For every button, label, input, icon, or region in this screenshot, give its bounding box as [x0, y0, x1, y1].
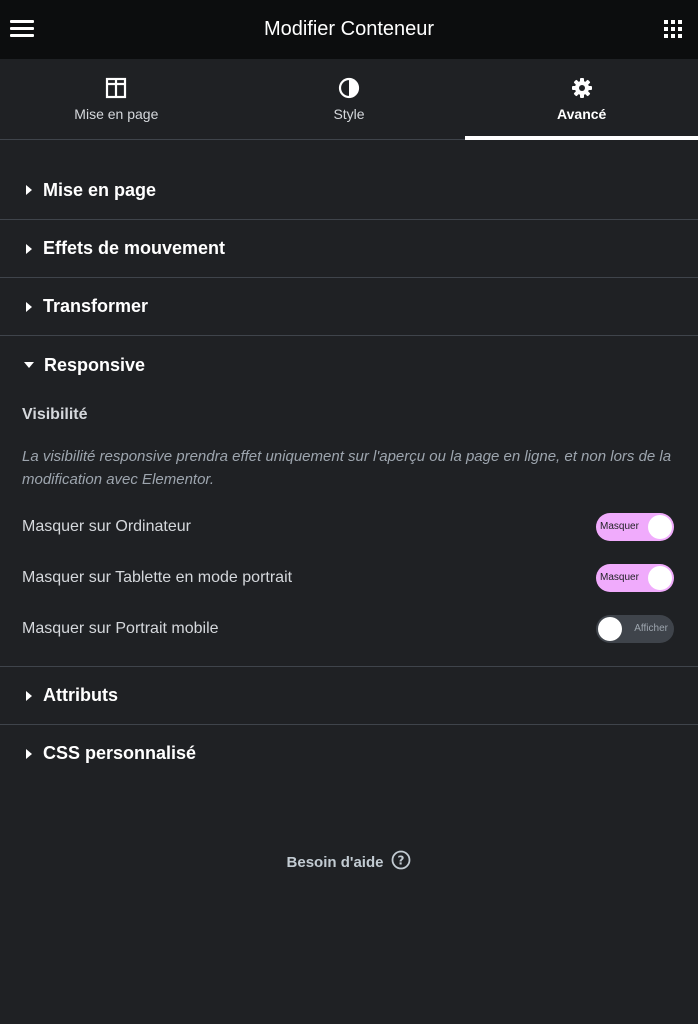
tab-label: Avancé [557, 106, 607, 122]
tab-label: Style [333, 106, 365, 122]
help-link[interactable]: Besoin d'aide ? [0, 850, 698, 875]
section-effets-de-mouvement[interactable]: Effets de mouvement [0, 220, 698, 278]
half-circle-contrast-icon [338, 77, 360, 99]
section-attributs[interactable]: Attributs [0, 667, 698, 725]
toggle-knob [648, 566, 672, 590]
tab-mise-en-page[interactable]: Mise en page [0, 59, 233, 139]
help-label: Besoin d'aide [286, 854, 384, 871]
tab-avance[interactable]: Avancé [465, 59, 698, 140]
section-label: Attributs [43, 685, 118, 705]
tab-style[interactable]: Style [233, 59, 466, 139]
row-label: Masquer sur Portrait mobile [22, 620, 219, 637]
grid-apps-icon[interactable] [664, 20, 682, 38]
hide-mobile-toggle[interactable]: Afficher [596, 615, 674, 643]
hide-tablet-row: Masquer sur Tablette en mode portrait Ma… [22, 563, 674, 593]
section-label: Effets de mouvement [43, 238, 226, 258]
top-bar: Modifier Conteneur [0, 0, 698, 59]
question-circle-icon: ? [391, 850, 411, 875]
toggle-knob [598, 617, 622, 641]
section-responsive[interactable]: Responsive [0, 336, 698, 394]
responsive-panel: Visibilité La visibilité responsive pren… [0, 394, 698, 667]
caret-right-icon [26, 301, 32, 312]
toggle-knob [648, 515, 672, 539]
hide-desktop-toggle[interactable]: Masquer [596, 513, 674, 541]
toggle-text: Afficher [634, 623, 668, 634]
svg-text:?: ? [398, 854, 405, 868]
toggle-text: Masquer [600, 572, 639, 583]
caret-right-icon [26, 243, 32, 254]
caret-down-icon [24, 362, 34, 368]
hide-mobile-row: Masquer sur Portrait mobile Afficher [22, 614, 674, 644]
panel-title: Modifier Conteneur [263, 18, 435, 40]
row-label: Masquer sur Tablette en mode portrait [22, 569, 293, 586]
section-label: Transformer [43, 296, 149, 316]
gear-icon [571, 77, 593, 99]
caret-right-icon [26, 690, 32, 701]
row-label: Masquer sur Ordinateur [22, 518, 191, 535]
section-mise-en-page[interactable]: Mise en page [0, 161, 698, 220]
tab-bar: Mise en page Style Avancé [0, 59, 698, 140]
tab-label: Mise en page [74, 106, 159, 122]
hamburger-menu-icon[interactable] [10, 20, 34, 38]
layout-columns-icon [105, 77, 127, 99]
section-label: CSS personnalisé [43, 743, 197, 763]
caret-right-icon [26, 185, 32, 195]
toggle-text: Masquer [600, 521, 639, 532]
section-label: Mise en page [43, 179, 157, 200]
section-transformer[interactable]: Transformer [0, 278, 698, 336]
visibility-description: La visibilité responsive prendra effet u… [22, 448, 672, 488]
hide-tablet-toggle[interactable]: Masquer [596, 564, 674, 592]
caret-right-icon [26, 748, 32, 759]
section-css-personnalise[interactable]: CSS personnalisé [0, 725, 698, 782]
section-label: Responsive [44, 354, 146, 375]
visibility-heading: Visibilité [22, 406, 88, 423]
hide-desktop-row: Masquer sur Ordinateur Masquer [22, 512, 674, 542]
